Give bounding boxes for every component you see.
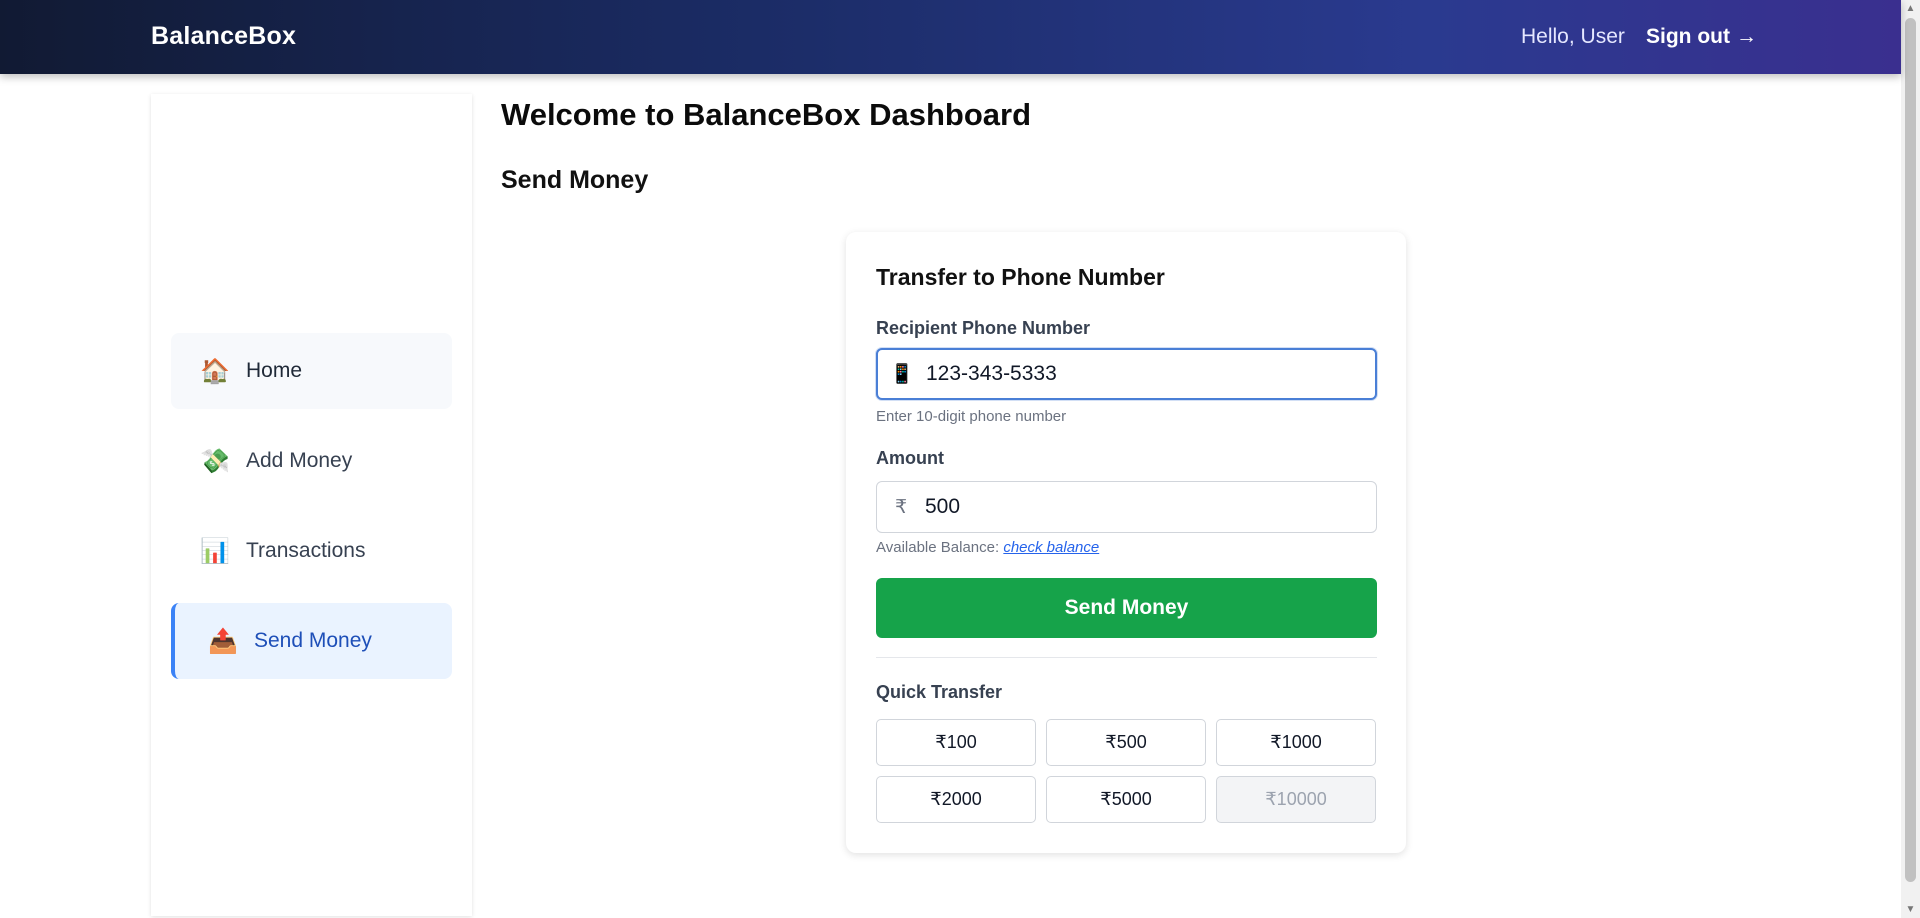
arrow-right-icon: → [1735, 25, 1757, 48]
quick-amount-button[interactable]: ₹100 [876, 719, 1036, 766]
sidebar-item-label: Add Money [246, 449, 353, 472]
balance-hint: Available Balance: check balance [876, 539, 1099, 556]
sidebar-item-home[interactable]: 🏠 Home [171, 333, 452, 409]
phone-label: Recipient Phone Number [876, 318, 1091, 338]
sidebar-item-label: Send Money [254, 629, 372, 652]
top-nav-bar: BalanceBox Hello, User Sign out → [0, 0, 1901, 74]
money-icon: 💸 [200, 447, 230, 475]
sidebar-item-add-money[interactable]: 💸 Add Money [171, 423, 452, 499]
card-title: Transfer to Phone Number [876, 264, 1165, 290]
check-balance-link[interactable]: check balance [1003, 539, 1099, 556]
page-title: Welcome to BalanceBox Dashboard [501, 97, 1032, 132]
section-title: Send Money [501, 166, 649, 194]
quick-amount-button-disabled: ₹10000 [1216, 776, 1376, 823]
quick-amount-button[interactable]: ₹2000 [876, 776, 1036, 823]
chart-icon: 📊 [200, 537, 230, 565]
sidebar-item-send-money[interactable]: 📤 Send Money [171, 603, 452, 679]
brand-logo[interactable]: BalanceBox [151, 22, 296, 51]
user-greeting: Hello, User [1521, 25, 1625, 48]
quick-amount-button[interactable]: ₹500 [1046, 719, 1206, 766]
phone-hint: Enter 10-digit phone number [876, 408, 1067, 425]
send-money-card: Transfer to Phone Number Recipient Phone… [846, 232, 1406, 853]
balance-label: Available Balance: [876, 539, 1000, 556]
amount-field[interactable]: ₹ [876, 481, 1377, 533]
quick-amount-button[interactable]: ₹1000 [1216, 719, 1376, 766]
amount-label: Amount [876, 448, 944, 468]
sidebar-item-label: Home [246, 359, 303, 382]
amount-input[interactable] [925, 495, 1376, 519]
divider [876, 657, 1377, 658]
phone-input[interactable] [926, 362, 1375, 386]
sign-out-button[interactable]: Sign out → [1646, 25, 1757, 49]
quick-transfer-grid: ₹100 ₹500 ₹1000 ₹2000 ₹5000 ₹10000 [876, 719, 1377, 823]
sign-out-label: Sign out [1646, 25, 1730, 48]
rupee-icon: ₹ [894, 496, 908, 518]
scroll-up-icon[interactable]: ▲ [1901, 0, 1920, 17]
scrollbar[interactable]: ▲ ▼ [1901, 0, 1920, 918]
quick-amount-button[interactable]: ₹5000 [1046, 776, 1206, 823]
sidebar: 🏠 Home 💸 Add Money 📊 Transactions 📤 Send… [151, 94, 472, 916]
send-money-button[interactable]: Send Money [876, 578, 1377, 638]
mobile-phone-icon: 📱 [890, 364, 914, 385]
house-icon: 🏠 [200, 357, 230, 385]
phone-field[interactable]: 📱 [876, 348, 1377, 400]
scroll-down-icon[interactable]: ▼ [1901, 901, 1920, 918]
sidebar-item-transactions[interactable]: 📊 Transactions [171, 513, 452, 589]
quick-transfer-label: Quick Transfer [876, 682, 1003, 702]
sidebar-item-label: Transactions [246, 539, 366, 562]
scroll-thumb[interactable] [1905, 18, 1916, 882]
outbox-tray-icon: 📤 [208, 627, 238, 655]
